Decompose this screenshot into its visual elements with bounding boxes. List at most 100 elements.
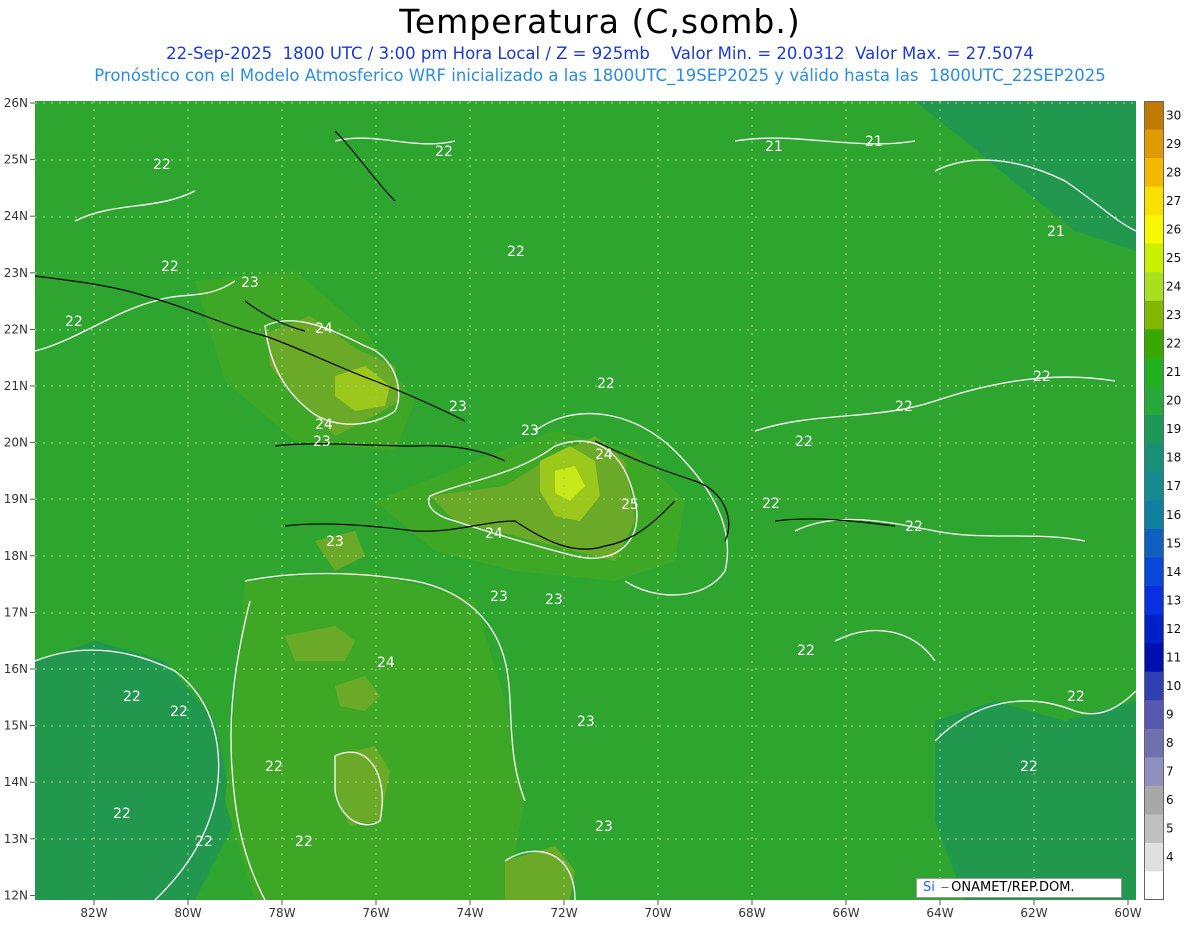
contour-label: 23 — [313, 434, 331, 450]
contour-label: 23 — [545, 592, 563, 608]
contour-label: 24 — [377, 655, 395, 671]
contour-label: 23 — [521, 423, 539, 439]
lat-label: 19N — [4, 492, 28, 506]
contour-label: 22 — [507, 244, 525, 260]
credit-dash-icon: ‒ — [940, 880, 950, 895]
colorbar-label: 22 — [1166, 337, 1181, 351]
colorbar-label: 18 — [1166, 451, 1181, 465]
lat-label: 22N — [4, 322, 28, 336]
lon-label: 70W — [644, 906, 671, 920]
lon-label: 76W — [362, 906, 389, 920]
lat-label: 16N — [4, 662, 28, 676]
contour-label: 22 — [161, 259, 179, 275]
map-title: Temperatura (C,somb.) — [399, 2, 801, 41]
contour-label: 21 — [765, 139, 783, 155]
colorbar-label: 11 — [1166, 650, 1181, 664]
colorbar-label: 9 — [1166, 708, 1174, 722]
lat-label: 13N — [4, 832, 28, 846]
colorbar-label: 5 — [1166, 822, 1174, 836]
lat-label: 24N — [4, 209, 28, 223]
colorbar-label: 7 — [1166, 765, 1174, 779]
credit-si: Si — [923, 880, 935, 895]
colorbar-label: 23 — [1166, 308, 1181, 322]
contour-label: 24 — [315, 321, 333, 337]
colorbar-label: 6 — [1166, 793, 1174, 807]
colorbar-label: 8 — [1166, 736, 1174, 750]
contour-label: 22 — [170, 704, 188, 720]
contour-label: 23 — [241, 275, 259, 291]
contour-label: 22 — [195, 834, 213, 850]
colorbar-label: 10 — [1166, 679, 1181, 693]
contour-label: 23 — [595, 819, 613, 835]
contour-label: 22 — [435, 144, 453, 160]
lon-label: 74W — [456, 906, 483, 920]
contour-label: 23 — [577, 714, 595, 730]
contour-label: 22 — [265, 759, 283, 775]
lat-label: 23N — [4, 266, 28, 280]
colorbar-label: 15 — [1166, 536, 1181, 550]
lat-label: 21N — [4, 379, 28, 393]
temperature-map[interactable]: 2222 21 212122222322242222232423 2223242522… — [35, 101, 1136, 900]
forecast-info-line: 22-Sep-2025 1800 UTC / 3:00 pm Hora Loca… — [166, 44, 1034, 63]
colorbar-label: 29 — [1166, 137, 1181, 151]
lon-label: 82W — [80, 906, 107, 920]
lat-label: 12N — [4, 888, 28, 902]
contour-label: 22 — [113, 806, 131, 822]
colorbar-label: 28 — [1166, 165, 1181, 179]
contour-label: 22 — [1020, 759, 1038, 775]
lat-label: 15N — [4, 719, 28, 733]
contour-label: 22 — [295, 834, 313, 850]
contour-label: 22 — [905, 519, 923, 535]
colorbar-label: 26 — [1166, 222, 1181, 236]
contour-label: 22 — [65, 314, 83, 330]
lat-label: 14N — [4, 775, 28, 789]
credit-text: ONAMET/REP.DOM. — [951, 880, 1075, 895]
lon-label: 72W — [550, 906, 577, 920]
lon-label: 68W — [738, 906, 765, 920]
lon-label: 80W — [174, 906, 201, 920]
colorbar-label: 25 — [1166, 251, 1181, 265]
colorbar-labels: 30 29 28 27 26 25 24 23 22 21 20 19 18 17 16 15 14 13 12 11… — [1166, 108, 1181, 864]
colorbar-label: 30 — [1166, 108, 1181, 122]
contour-label: 21 — [865, 134, 883, 150]
lon-label: 62W — [1020, 906, 1047, 920]
contour-label: 23 — [490, 589, 508, 605]
contour-label: 24 — [485, 526, 503, 542]
colorbar-label: 4 — [1166, 850, 1174, 864]
lat-label: 20N — [4, 436, 28, 450]
model-info-line: Pronóstico con el Modelo Atmosferico WRF… — [94, 66, 1106, 85]
contour-label: 24 — [315, 417, 333, 433]
colorbar-label: 12 — [1166, 622, 1181, 636]
colorbar-label: 24 — [1166, 279, 1181, 293]
contour-label: 22 — [123, 689, 141, 705]
colorbar-label: 16 — [1166, 508, 1181, 522]
lon-label: 78W — [268, 906, 295, 920]
contour-label: 23 — [449, 399, 467, 415]
lon-label: 64W — [926, 906, 953, 920]
contour-label: 23 — [326, 534, 344, 550]
contour-label: 22 — [1067, 689, 1085, 705]
colorbar-label: 17 — [1166, 479, 1181, 493]
lat-label: 26N — [4, 96, 28, 110]
lat-label: 25N — [4, 153, 28, 167]
contour-label: 22 — [153, 157, 171, 173]
lat-label: 18N — [4, 549, 28, 563]
contour-label: 21 — [1047, 224, 1065, 240]
colorbar-label: 21 — [1166, 365, 1181, 379]
contour-label: 22 — [1033, 369, 1051, 385]
contour-label: 22 — [797, 643, 815, 659]
colorbar-label: 14 — [1166, 565, 1181, 579]
colorbar-label: 27 — [1166, 194, 1181, 208]
lat-label: 17N — [4, 605, 28, 619]
contour-label: 24 — [595, 447, 613, 463]
contour-label: 22 — [895, 399, 913, 415]
colorbar-label: 19 — [1166, 422, 1181, 436]
contour-label: 22 — [795, 434, 813, 450]
credit-box: Si ‒ ONAMET/REP.DOM. — [916, 878, 1122, 898]
colorbar-label: 20 — [1166, 394, 1181, 408]
lon-label: 60W — [1114, 906, 1141, 920]
lon-label: 66W — [832, 906, 859, 920]
contour-label: 22 — [762, 496, 780, 512]
contour-label: 25 — [621, 497, 639, 513]
contour-label: 22 — [597, 376, 615, 392]
